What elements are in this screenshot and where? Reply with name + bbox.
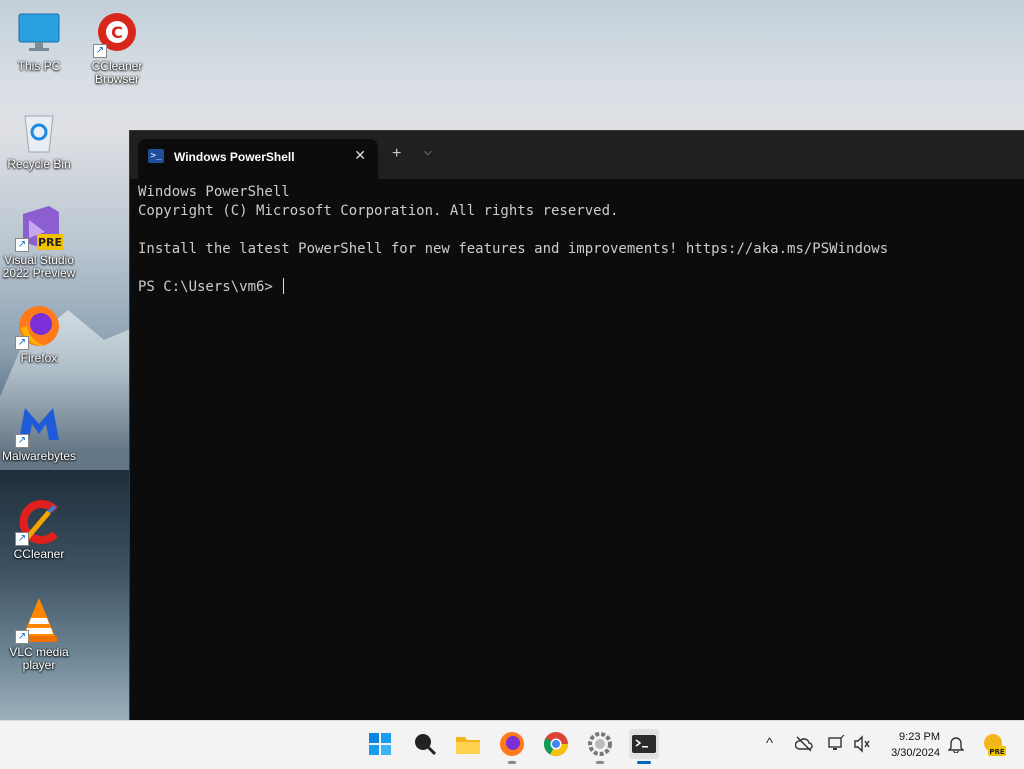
tab-title: Windows PowerShell [174, 150, 295, 164]
desktop-icon-label: Malwarebytes [1, 449, 77, 463]
prompt-text: PS C:\Users\vm6> [138, 279, 282, 295]
firefox-taskbar-button[interactable] [497, 729, 527, 764]
volume-muted-icon[interactable] [853, 735, 871, 753]
svg-text:C: C [111, 23, 123, 42]
console-line: ​ [138, 259, 1017, 278]
desktop-icon-label: CCleaner [13, 547, 65, 561]
visual-studio-icon: PRE ↗ [15, 204, 63, 252]
cloud-offline-icon[interactable] [795, 735, 813, 753]
prompt-line[interactable]: PS C:\Users\vm6> [138, 278, 1017, 297]
desktop-icon-label: CCleaner Browser [91, 59, 143, 86]
taskbar: ^ 9:23 PM 3/30/2024 PRE [0, 720, 1024, 769]
ccleaner-icon: ↗ [15, 498, 63, 546]
desktop-icon-vlc[interactable]: ↗ VLC media player [0, 596, 78, 672]
console-line: Windows PowerShell [138, 184, 290, 200]
chrome-taskbar-button[interactable] [541, 729, 571, 759]
recycle-bin-icon [15, 108, 63, 156]
vlc-icon: ↗ [15, 596, 63, 644]
powershell-icon: >_ [148, 149, 164, 163]
running-indicator [596, 761, 604, 764]
settings-icon [588, 732, 612, 756]
search-icon [415, 734, 437, 756]
desktop-icon-firefox[interactable]: ↗ Firefox [0, 302, 78, 365]
desktop-icon-visual-studio[interactable]: PRE ↗ Visual Studio 2022 Preview [0, 204, 78, 280]
preview-build-icon[interactable]: PRE [980, 731, 1006, 757]
terminal-icon [632, 735, 656, 753]
terminal-tab-bar: >_ Windows PowerShell ✕ + ⌵ [130, 131, 1024, 179]
shortcut-arrow-icon: ↗ [15, 532, 29, 546]
console-output[interactable]: Windows PowerShell Copyright (C) Microsof… [130, 179, 1024, 301]
shortcut-arrow-icon: ↗ [15, 434, 29, 448]
shortcut-arrow-icon: ↗ [93, 44, 107, 58]
desktop-icon-ccleaner[interactable]: ↗ CCleaner [0, 498, 78, 561]
start-button[interactable] [365, 729, 395, 759]
active-indicator [637, 761, 651, 764]
desktop-icon-malwarebytes[interactable]: ↗ Malwarebytes [0, 400, 78, 463]
pre-badge: PRE [989, 748, 1005, 756]
tab-dropdown-chevron-icon[interactable]: ⌵ [424, 147, 432, 158]
console-line: ​ [138, 221, 1017, 240]
new-tab-button[interactable]: + [392, 145, 401, 163]
clock-time: 9:23 PM [899, 731, 940, 743]
monitor-icon [15, 10, 63, 58]
shortcut-arrow-icon: ↗ [15, 238, 29, 252]
start-icon [369, 733, 391, 755]
console-line: Install the latest PowerShell for new fe… [138, 241, 889, 257]
console-line: Copyright (C) Microsoft Corporation. All… [138, 203, 619, 219]
firefox-icon: ↗ [15, 302, 63, 350]
firefox-icon [500, 732, 524, 756]
malwarebytes-icon: ↗ [15, 400, 63, 448]
clock-date: 3/30/2024 [891, 747, 940, 759]
running-indicator [508, 761, 516, 764]
desktop-icon-label: Firefox [20, 351, 58, 365]
tab-windows-powershell[interactable]: >_ Windows PowerShell ✕ [138, 139, 378, 179]
terminal-window[interactable]: >_ Windows PowerShell ✕ + ⌵ Windows Powe… [129, 130, 1024, 721]
close-tab-icon[interactable]: ✕ [354, 147, 366, 164]
desktop-icon-label: VLC media player [9, 645, 69, 672]
network-icon[interactable] [827, 735, 845, 753]
desktop-icon-recycle-bin[interactable]: Recycle Bin [0, 108, 78, 171]
chrome-icon [543, 732, 568, 757]
shortcut-arrow-icon: ↗ [15, 630, 29, 644]
settings-taskbar-button[interactable] [585, 729, 615, 764]
desktop-icon-ccleaner-browser[interactable]: C ↗ CCleaner Browser [78, 10, 156, 86]
desktop-icon-label: This PC [17, 59, 61, 73]
pre-badge: PRE [38, 236, 62, 249]
terminal-taskbar-button[interactable] [629, 729, 659, 764]
shortcut-arrow-icon: ↗ [15, 336, 29, 350]
desktop-icon-label: Visual Studio 2022 Preview [2, 253, 76, 280]
clock[interactable]: 9:23 PM 3/30/2024 [891, 729, 940, 761]
file-explorer-button[interactable] [453, 729, 483, 759]
show-hidden-icons-chevron[interactable]: ^ [766, 735, 773, 752]
desktop-icon-this-pc[interactable]: This PC [0, 10, 78, 73]
search-button[interactable] [409, 729, 439, 759]
file-explorer-icon [456, 737, 480, 754]
notification-bell-icon[interactable] [948, 735, 964, 753]
desktop-icon-label: Recycle Bin [7, 157, 71, 171]
text-cursor [283, 278, 285, 294]
ccleaner-browser-icon: C ↗ [93, 10, 141, 58]
